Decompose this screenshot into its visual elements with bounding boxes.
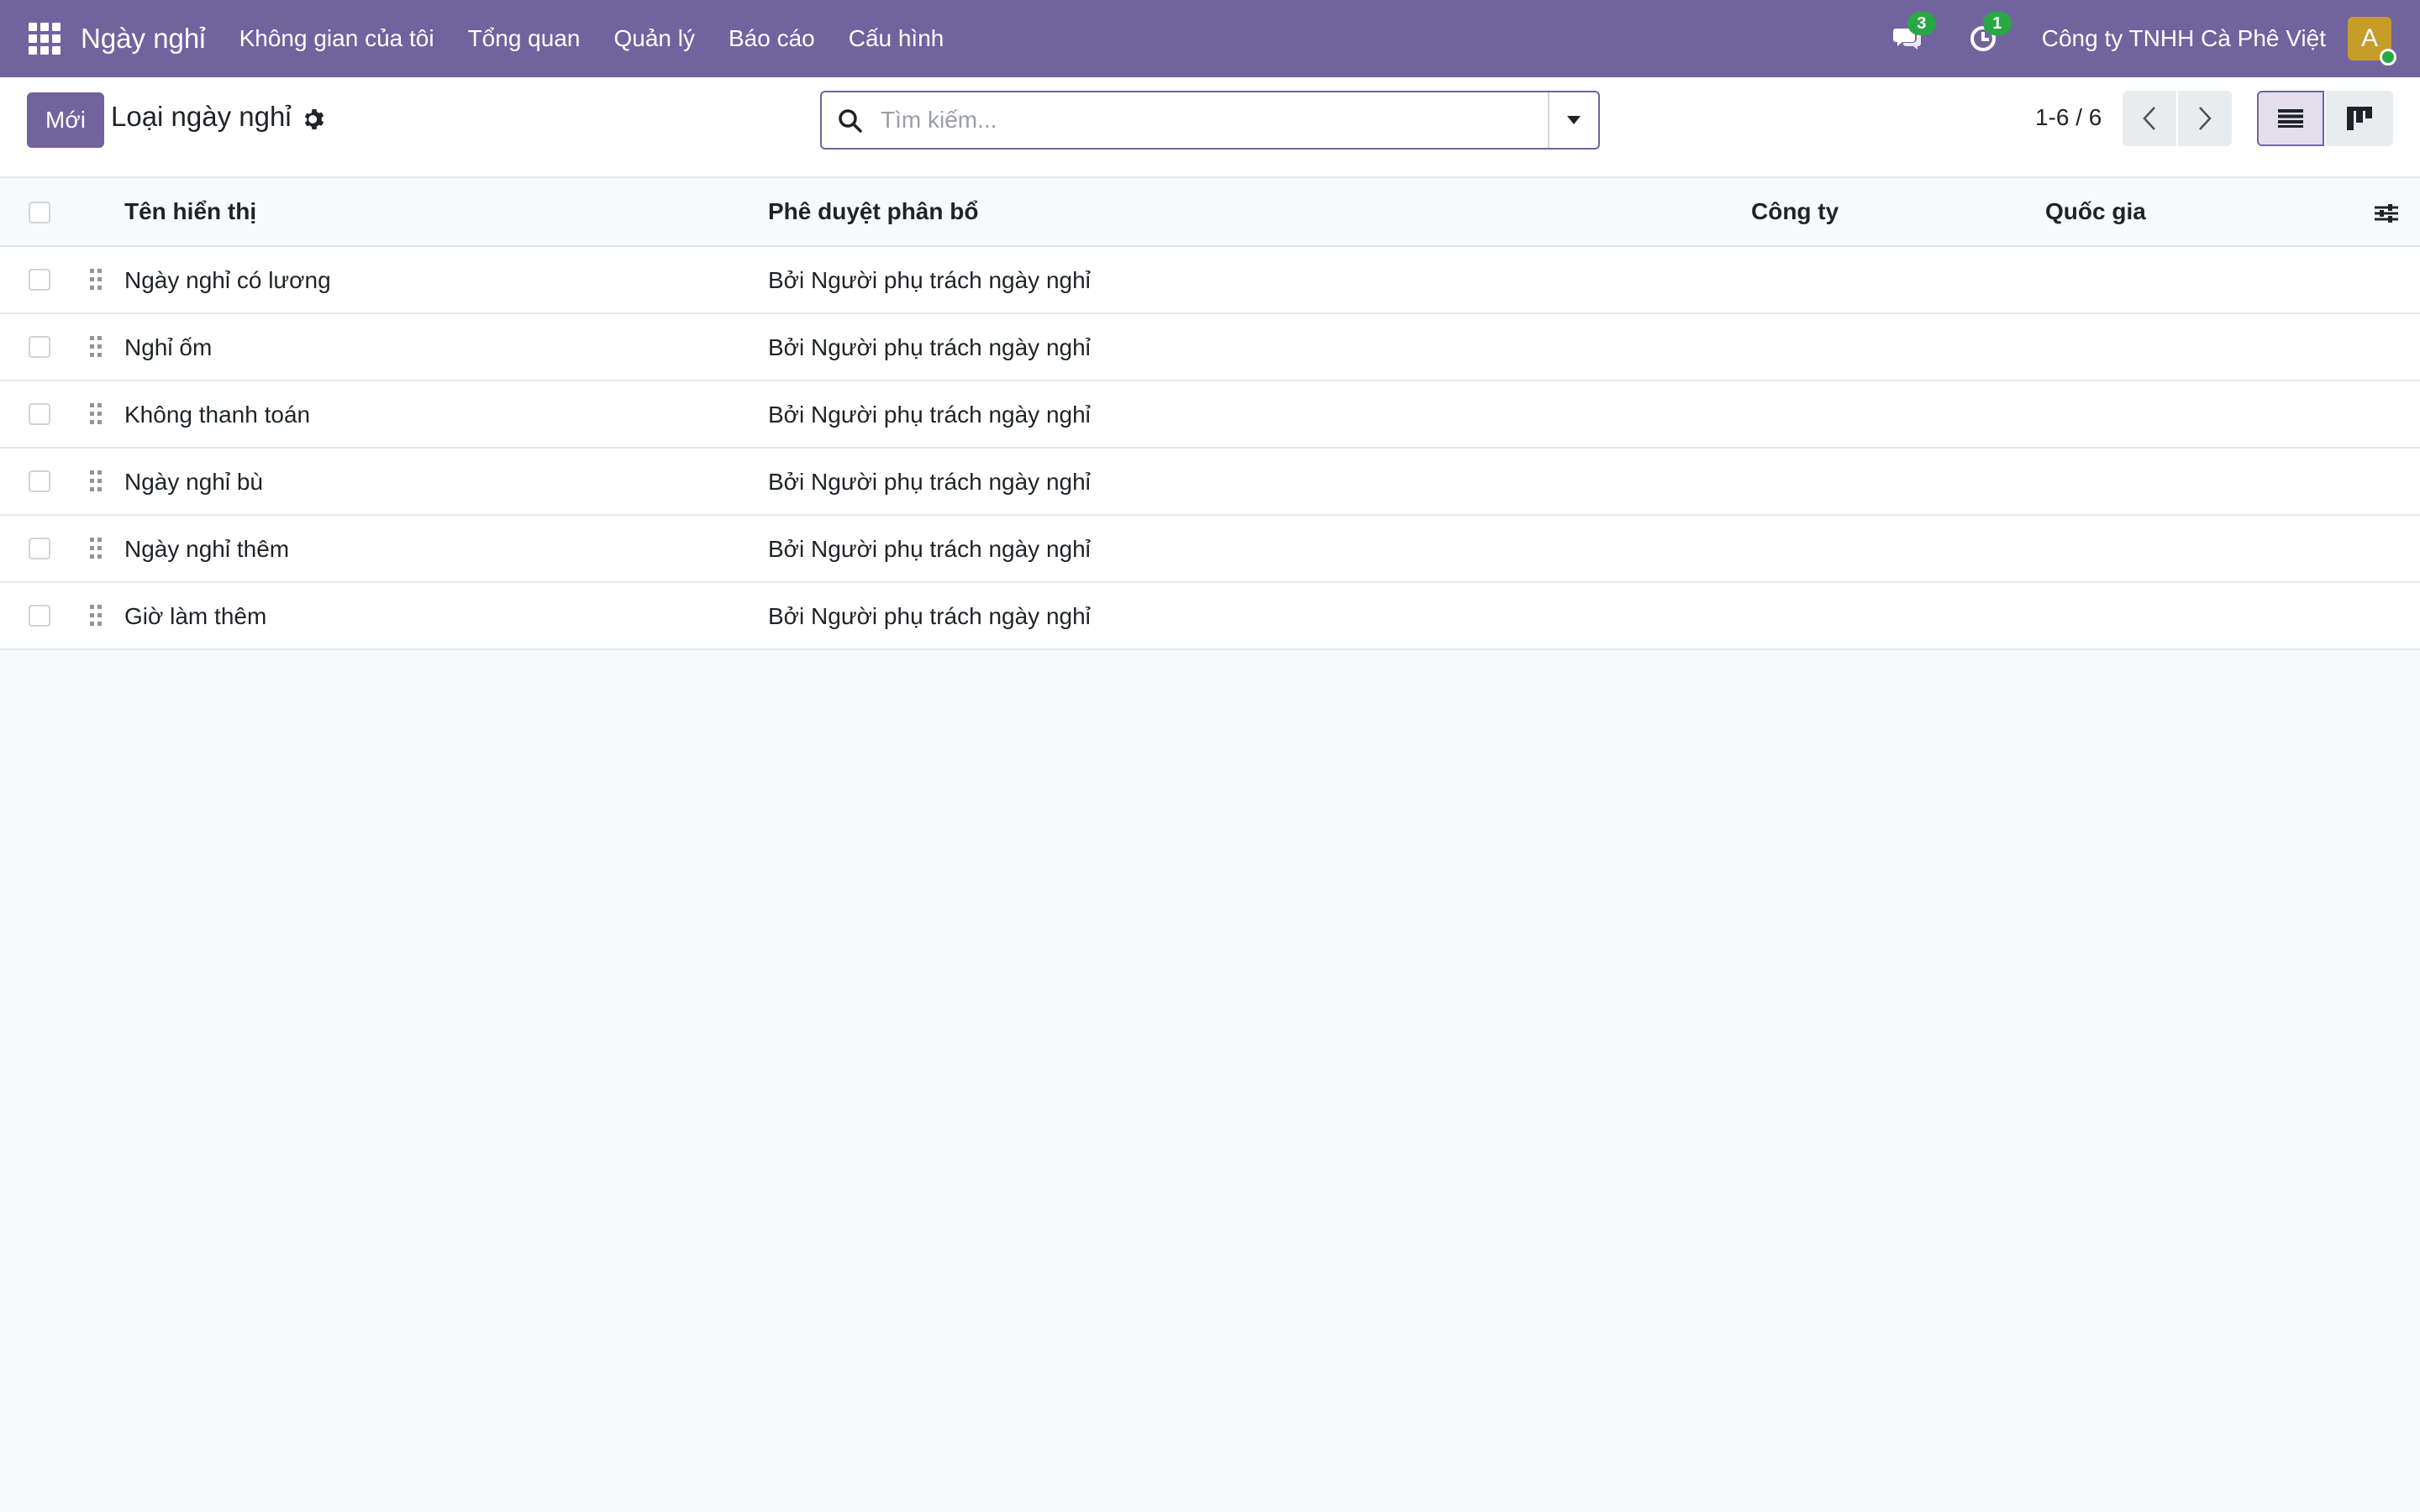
messages-count-badge: 3 (1907, 12, 1936, 35)
cell-approval: Bởi Người phụ trách ngày nghỉ (768, 334, 1091, 360)
table-row[interactable]: Không thanh toán Bởi Người phụ trách ngà… (0, 381, 2420, 449)
online-status-icon (2380, 49, 2396, 66)
drag-handle-icon[interactable] (89, 469, 103, 494)
cell-name: Không thanh toán (124, 402, 311, 428)
control-panel: Mới Loại ngày nghỉ 1-6 / 6 (0, 77, 2420, 178)
search-bar (820, 91, 1600, 150)
main-menu: Không gian của tôi Tổng quan Quản lý Báo… (223, 25, 961, 52)
kanban-view-button[interactable] (2326, 91, 2393, 146)
row-checkbox[interactable] (29, 269, 50, 291)
drag-handle-icon[interactable] (89, 536, 103, 561)
list-view-button[interactable] (2257, 91, 2324, 146)
list-icon (2278, 109, 2303, 128)
search-icon[interactable] (837, 108, 864, 134)
activities-button[interactable]: 1 (1966, 12, 2012, 55)
row-checkbox[interactable] (29, 470, 50, 492)
menu-item-overview[interactable]: Tổng quan (451, 25, 597, 52)
table-header: Tên hiển thị Phê duyệt phân bổ Công ty Q… (0, 178, 2420, 247)
cell-approval: Bởi Người phụ trách ngày nghỉ (768, 469, 1091, 495)
menu-item-configuration[interactable]: Cấu hình (832, 25, 961, 52)
column-header-country[interactable]: Quốc gia (2045, 198, 2146, 225)
cell-name: Nghỉ ốm (124, 334, 213, 360)
drag-handle-icon[interactable] (89, 334, 103, 360)
column-header-approval[interactable]: Phê duyệt phân bổ (768, 198, 978, 225)
column-header-company[interactable]: Công ty (1751, 198, 1839, 225)
app-name[interactable]: Ngày nghỉ (81, 23, 206, 55)
cell-approval: Bởi Người phụ trách ngày nghỉ (768, 603, 1091, 629)
chevron-left-icon (2143, 107, 2155, 130)
row-checkbox[interactable] (29, 336, 50, 358)
page-title: Loại ngày nghỉ (111, 101, 292, 132)
apps-menu-icon[interactable] (29, 23, 60, 55)
top-navbar: Ngày nghỉ Không gian của tôi Tổng quan Q… (0, 0, 2420, 77)
cell-name: Ngày nghỉ có lương (124, 267, 331, 293)
table-row[interactable]: Ngày nghỉ bù Bởi Người phụ trách ngày ng… (0, 449, 2420, 516)
table-row[interactable]: Nghỉ ốm Bởi Người phụ trách ngày nghỉ (0, 314, 2420, 381)
drag-handle-icon[interactable] (89, 267, 103, 292)
pager-value[interactable]: 1-6 / 6 (2035, 104, 2102, 131)
chevron-right-icon (2199, 107, 2212, 130)
activities-count-badge: 1 (1982, 12, 2012, 35)
search-input[interactable] (881, 101, 1519, 139)
row-checkbox[interactable] (29, 538, 50, 559)
messages-button[interactable]: 3 (1891, 12, 1936, 55)
table-row[interactable]: Ngày nghỉ thêm Bởi Người phụ trách ngày … (0, 516, 2420, 583)
optional-columns-icon[interactable] (2373, 200, 2400, 227)
menu-item-reporting[interactable]: Báo cáo (712, 25, 832, 52)
row-checkbox[interactable] (29, 403, 50, 425)
avatar-letter: A (2360, 24, 2378, 52)
cell-approval: Bởi Người phụ trách ngày nghỉ (768, 536, 1091, 562)
drag-handle-icon[interactable] (89, 603, 103, 628)
menu-item-management[interactable]: Quản lý (597, 25, 712, 52)
gear-icon[interactable] (302, 108, 326, 131)
search-options-toggle[interactable] (1548, 92, 1598, 148)
drag-handle-icon[interactable] (89, 402, 103, 427)
row-checkbox[interactable] (29, 605, 50, 627)
user-avatar[interactable]: A (2348, 17, 2396, 66)
navbar-systray: 3 1 Công ty TNHH Cà Phê Việt A (1891, 12, 2420, 66)
pager-next-button[interactable] (2178, 91, 2232, 146)
column-header-name[interactable]: Tên hiển thị (124, 198, 256, 225)
cell-approval: Bởi Người phụ trách ngày nghỉ (768, 267, 1091, 293)
table-row[interactable]: Ngày nghỉ có lương Bởi Người phụ trách n… (0, 247, 2420, 314)
menu-item-my-space[interactable]: Không gian của tôi (223, 25, 451, 52)
company-switcher[interactable]: Công ty TNHH Cà Phê Việt (2042, 25, 2326, 52)
cell-name: Giờ làm thêm (124, 603, 267, 629)
cell-name: Ngày nghỉ bù (124, 469, 264, 495)
select-all-checkbox[interactable] (29, 202, 50, 223)
kanban-icon (2347, 107, 2372, 130)
list-table: Tên hiển thị Phê duyệt phân bổ Công ty Q… (0, 178, 2420, 650)
pager-previous-button[interactable] (2123, 91, 2176, 146)
table-row[interactable]: Giờ làm thêm Bởi Người phụ trách ngày ng… (0, 583, 2420, 650)
cell-approval: Bởi Người phụ trách ngày nghỉ (768, 402, 1091, 428)
caret-down-icon (1567, 116, 1581, 124)
new-button[interactable]: Mới (27, 92, 104, 148)
cell-name: Ngày nghỉ thêm (124, 536, 290, 562)
